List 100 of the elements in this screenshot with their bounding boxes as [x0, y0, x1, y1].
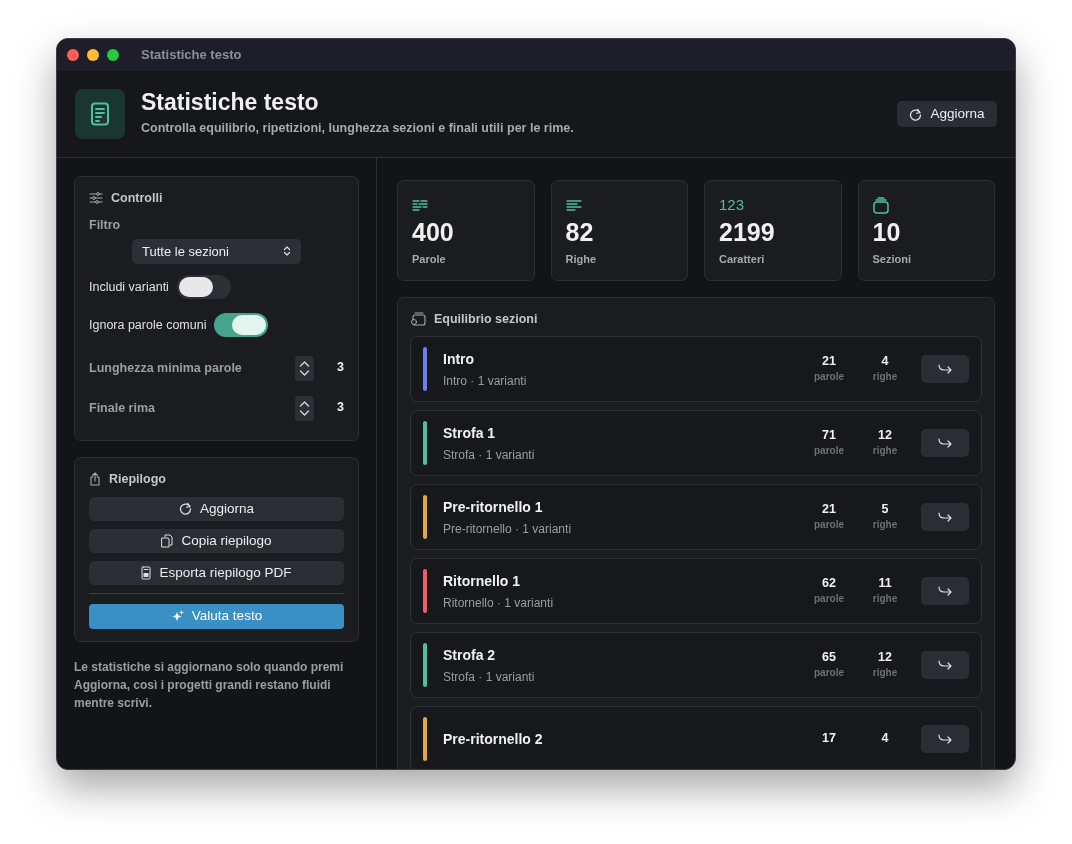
filter-label: Filtro	[89, 216, 122, 234]
stat-label: Caratteri	[719, 252, 766, 267]
stepper-value: 3	[336, 401, 344, 415]
stepper[interactable]	[295, 395, 314, 421]
count-label: righe	[871, 665, 899, 680]
section-name: Intro	[443, 349, 476, 369]
stepper[interactable]	[295, 355, 314, 381]
count-value: 62	[821, 576, 837, 591]
count-label: righe	[871, 369, 899, 384]
section-row[interactable]: Strofa 2 Strofa · 1 varianti 65 parole 12 righe	[410, 632, 982, 699]
section-row[interactable]: Strofa 1 Strofa · 1 varianti 71 parole 12 righe	[410, 410, 982, 477]
chevron-updown-icon	[299, 358, 310, 378]
count-value: 12	[877, 428, 893, 443]
stat-label: Righe	[565, 252, 598, 267]
jump-button[interactable]	[921, 577, 969, 606]
stepper-label: Lunghezza minima parole	[89, 359, 243, 377]
minimize-button[interactable]	[87, 49, 99, 61]
info-note: Le statistiche si aggiornano solo quando premi Aggiorna, così i progetti grandi restano fluidi mentre scrivi.	[74, 658, 345, 712]
count-value: 21	[821, 354, 837, 369]
close-button[interactable]	[67, 49, 79, 61]
section-detail: Strofa · 1 varianti	[443, 446, 536, 464]
stat-value: 2199	[719, 217, 776, 247]
stat-label: Sezioni	[872, 252, 912, 267]
toggle-switch[interactable]	[176, 275, 231, 299]
jump-button[interactable]	[921, 503, 969, 532]
page-subtitle: Controlla equilibrio, ripetizioni, lunghezza sezioni e finali utili per le rime.	[141, 120, 575, 138]
summary-button[interactable]: Copia riepilogo	[89, 528, 344, 553]
chevron-updown-icon	[299, 398, 310, 418]
align-left-icon	[565, 199, 582, 213]
count-label: righe	[871, 591, 899, 606]
sliders-icon	[89, 192, 103, 205]
jump-button[interactable]	[921, 725, 969, 754]
panel-title: Controlli	[111, 190, 163, 207]
section-row[interactable]: Intro Intro · 1 varianti 21 parole 4 righe	[410, 336, 982, 403]
stat-value: 82	[565, 217, 595, 247]
stack-icon	[872, 197, 889, 215]
section-name: Strofa 2	[443, 645, 497, 665]
chevron-updown-icon	[283, 245, 291, 258]
section-detail: Intro · 1 varianti	[443, 372, 528, 390]
evaluate-button[interactable]: Valuta testo	[89, 603, 344, 629]
section-name: Pre-ritornello 1	[443, 497, 544, 517]
count-value: 65	[821, 650, 837, 665]
panel-title: Riepilogo	[109, 471, 166, 488]
stat-label: Parole	[412, 252, 447, 267]
summary-button[interactable]: Esporta riepilogo PDF	[89, 560, 344, 585]
text-lines-icon	[412, 199, 428, 213]
return-arrow-icon	[938, 659, 952, 671]
count-value: 71	[821, 428, 837, 443]
section-name: Strofa 1	[443, 423, 497, 443]
documents-icon	[161, 533, 174, 548]
count-value: 11	[877, 576, 893, 591]
toggle-label: Includi varianti	[89, 278, 169, 296]
document-icon	[90, 102, 110, 126]
count-label: parole	[813, 517, 845, 532]
return-arrow-icon	[938, 363, 952, 375]
stat-value: 400	[412, 217, 455, 247]
refresh-icon	[178, 502, 192, 516]
count-value: 4	[880, 732, 890, 747]
zoom-button[interactable]	[107, 49, 119, 61]
count-value: 21	[821, 502, 837, 517]
count-value: 5	[880, 502, 890, 517]
jump-button[interactable]	[921, 651, 969, 680]
jump-button[interactable]	[921, 355, 969, 384]
panel-title: Equilibrio sezioni	[434, 310, 538, 328]
count-value: 17	[821, 732, 837, 747]
count-value: 12	[877, 650, 893, 665]
return-arrow-icon	[938, 511, 952, 523]
count-label: parole	[813, 591, 845, 606]
toggle-label: Ignora parole comuni	[89, 316, 207, 334]
section-name: Pre-ritornello 2	[443, 729, 544, 749]
count-label: parole	[813, 665, 845, 680]
refresh-icon	[909, 107, 923, 121]
filter-dropdown[interactable]: Tutte le sezioni	[132, 238, 301, 264]
return-arrow-icon	[938, 585, 952, 597]
section-detail: Strofa · 1 varianti	[443, 668, 536, 686]
count-label: parole	[813, 443, 845, 458]
sparkle-icon	[170, 609, 184, 623]
count-value: 4	[880, 354, 890, 369]
stepper-label: Finale rima	[89, 399, 156, 417]
stepper-value: 3	[336, 361, 344, 375]
section-name: Ritornello 1	[443, 571, 521, 591]
summary-button[interactable]: Aggiorna	[89, 496, 344, 521]
archive-icon	[410, 311, 426, 327]
count-label: righe	[871, 443, 899, 458]
toggle-switch[interactable]	[214, 313, 269, 337]
return-arrow-icon	[938, 733, 952, 745]
stat-value: 10	[872, 217, 902, 247]
number-icon: 123	[719, 196, 745, 213]
window-title: Statistiche testo	[141, 46, 242, 65]
section-row[interactable]: Pre-ritornello 1 Pre-ritornello · 1 varianti 21 parole 5 righe	[410, 484, 982, 551]
return-arrow-icon	[938, 437, 952, 449]
section-row[interactable]: Ritornello 1 Ritornello · 1 varianti 62 parole 11 righe	[410, 558, 982, 625]
jump-button[interactable]	[921, 429, 969, 458]
section-detail: Ritornello · 1 varianti	[443, 594, 555, 612]
refresh-button[interactable]: Aggiorna	[897, 101, 997, 127]
document-image-icon	[141, 565, 152, 580]
page-title: Statistiche testo	[141, 89, 320, 116]
count-label: righe	[871, 517, 899, 532]
section-row[interactable]: Pre-ritornello 2 17 4	[410, 706, 982, 769]
section-detail: Pre-ritornello · 1 varianti	[443, 520, 573, 538]
